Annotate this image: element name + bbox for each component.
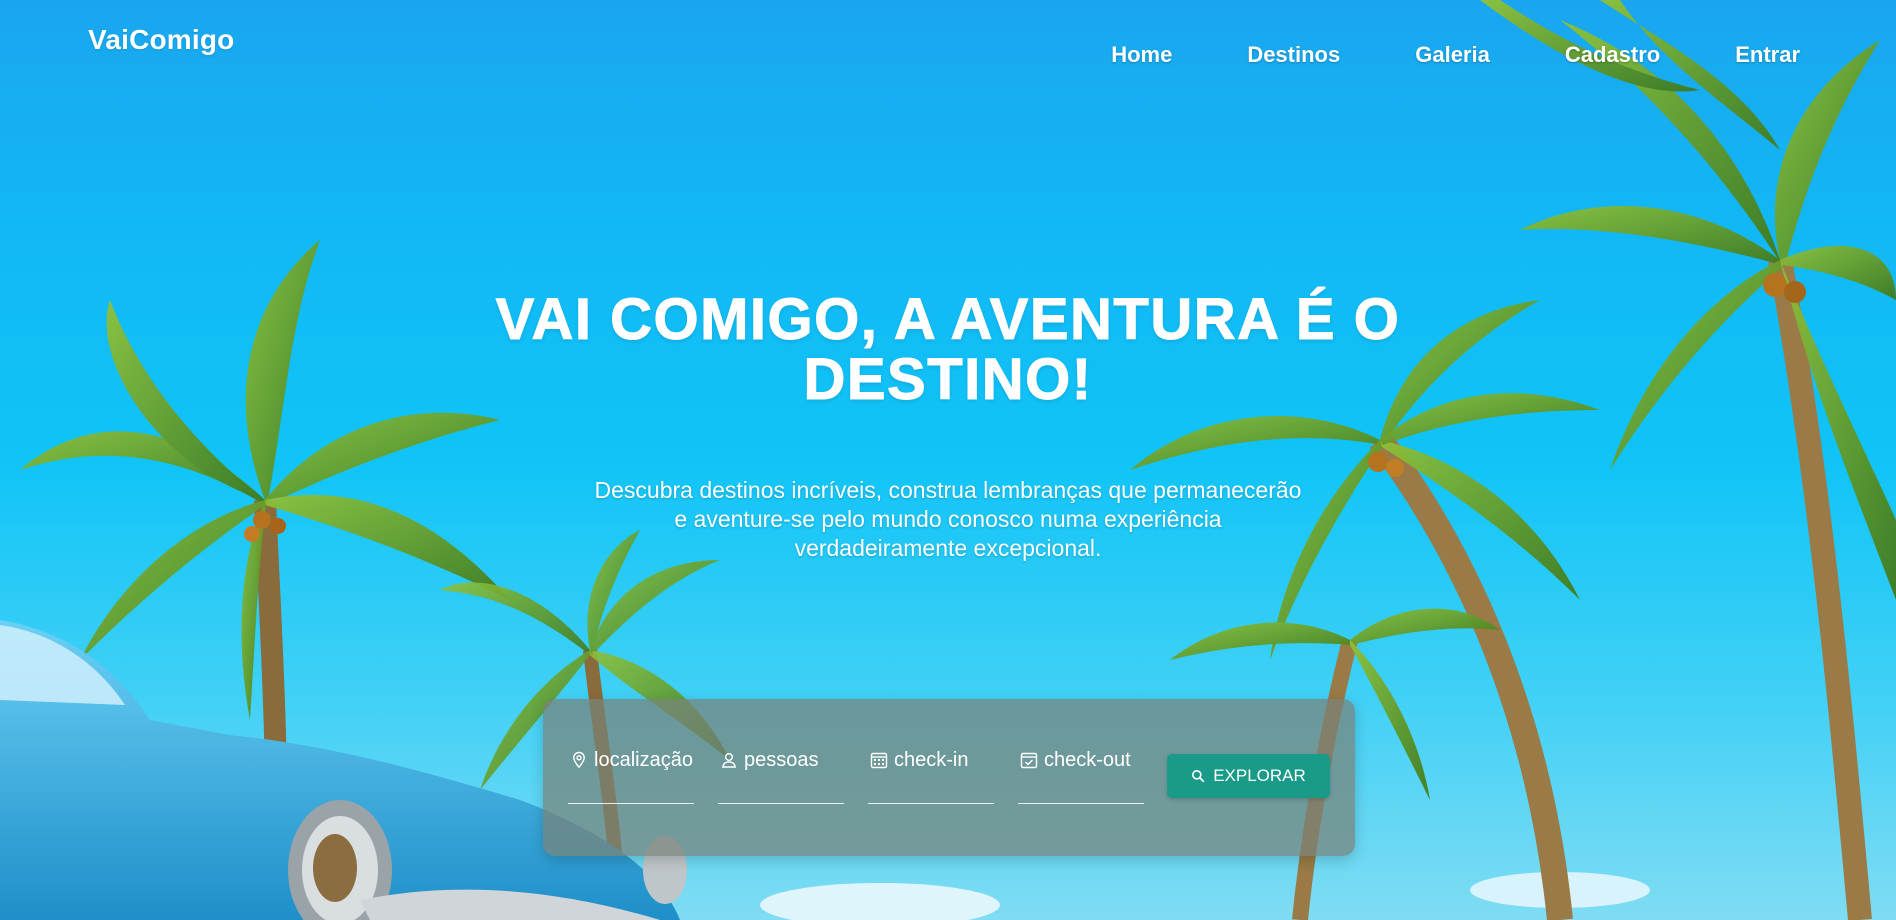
person-icon [721,753,737,768]
hero-subtitle-line-1: Descubra destinos incríveis, construa le… [594,477,1302,503]
nav-entrar[interactable]: Entrar [1735,42,1800,68]
explore-button[interactable]: EXPLORAR [1167,754,1330,798]
calendar-grid-icon [870,752,888,769]
nav-home[interactable]: Home [1111,42,1172,68]
main-nav: Home Destinos Galeria Cadastro Entrar [1036,42,1800,68]
location-pin-icon [573,751,585,769]
people-field-label: pessoas [744,749,819,771]
hero-subtitle-line-3: verdadeiramente excepcional. [794,535,1102,561]
hero-title: VAI COMIGO, A AVENTURA É O DESTINO! [398,287,1498,412]
hero-title-line-1: VAI COMIGO, A AVENTURA É O [495,287,1401,352]
hero-subtitle: Descubra destinos incríveis, construa le… [548,476,1348,563]
search-panel: localização pessoas check-in check-out E… [543,699,1355,856]
search-icon [1192,770,1205,783]
page: VaiComigo Home Destinos Galeria Cadastro… [0,0,1896,920]
hero-subtitle-line-2: e aventure-se pelo mundo conosco numa ex… [674,506,1222,532]
check-in-field[interactable]: check-in [868,747,994,804]
site-logo[interactable]: VaiComigo [88,24,235,56]
nav-destinos[interactable]: Destinos [1247,42,1340,68]
check-out-field-label: check-out [1044,749,1131,771]
check-in-field-label: check-in [894,749,969,771]
nav-cadastro[interactable]: Cadastro [1565,42,1660,68]
explore-button-label: EXPLORAR [1213,766,1306,785]
location-field-label: localização [594,749,693,771]
check-out-field[interactable]: check-out [1018,747,1144,804]
location-field[interactable]: localização [568,747,694,804]
nav-galeria[interactable]: Galeria [1415,42,1490,68]
hero-title-line-2: DESTINO! [803,347,1093,412]
people-field[interactable]: pessoas [718,747,844,804]
calendar-check-icon [1020,752,1038,769]
